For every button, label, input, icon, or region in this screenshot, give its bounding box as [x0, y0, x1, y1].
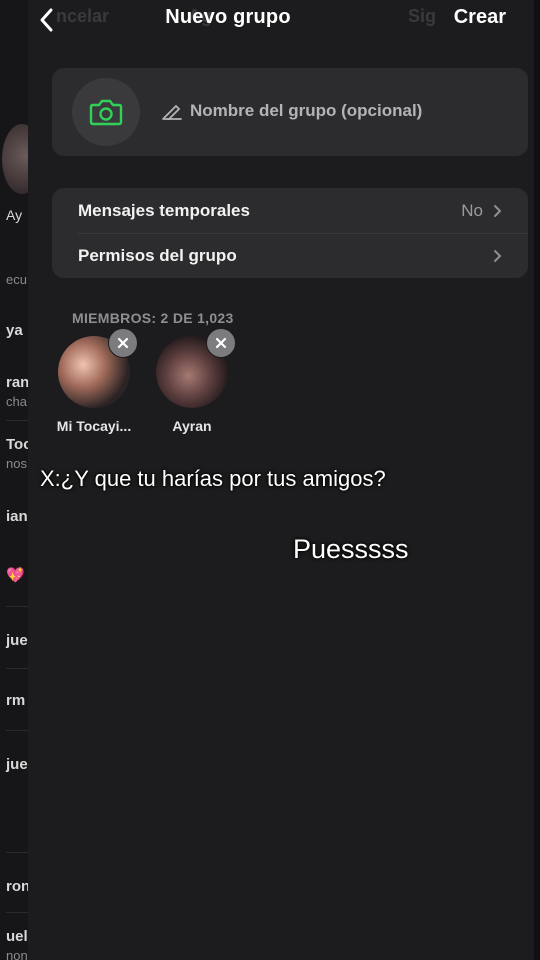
ghost-next-label: Sig [408, 6, 437, 26]
close-icon [215, 337, 227, 349]
background-fragment: nos [6, 456, 27, 471]
background-avatar [2, 124, 30, 194]
camera-icon [89, 99, 123, 126]
caption-question: X:¿Y que tu harías por tus amigos? [40, 466, 386, 491]
background-fragment: ran [6, 374, 30, 391]
page-title: Nuevo grupo [165, 6, 291, 28]
chevron-left-icon [40, 8, 53, 32]
avatar [156, 328, 236, 408]
disappearing-messages-row[interactable]: Mensajes temporales No [78, 188, 502, 233]
pencil-icon [162, 104, 182, 120]
remove-member-button[interactable] [108, 328, 138, 358]
members-count-header: MIEMBROS: 2 DE 1,023 [72, 310, 234, 326]
member-name: Mi Tocayi... [56, 418, 132, 434]
chevron-right-icon [494, 204, 501, 217]
background-fragment: jue [6, 632, 28, 649]
background-fragment: non [6, 948, 28, 960]
chevron-right-icon [494, 249, 501, 262]
group-settings-card: Mensajes temporales No Permisos del grup… [52, 188, 528, 278]
group-name-placeholder: Nombre del grupo (opcional) [190, 101, 423, 120]
background-fragment: cha [6, 394, 27, 409]
background-fragment: rm [6, 692, 26, 709]
background-fragment: ian [6, 508, 28, 525]
caption-answer: Puesssss [293, 534, 409, 564]
background-fragment: jue [6, 756, 28, 773]
group-photo-button[interactable] [72, 78, 140, 146]
member-name: Ayran [172, 418, 212, 434]
group-name-input[interactable]: Nombre del grupo (opcional) [162, 101, 422, 121]
member-item[interactable]: Mi Tocayi... [44, 328, 144, 434]
background-fragment: Toc [6, 436, 30, 453]
background-fragment: uel [6, 928, 28, 945]
background-fragment: ya [6, 322, 23, 339]
background-chat-list: Ay ecu ya ran cha Toc nos ian 💖 jue rm j… [0, 0, 30, 960]
create-button[interactable]: Crear [454, 6, 506, 29]
background-avatar-label: Ay [6, 207, 23, 223]
back-button[interactable] [32, 6, 62, 34]
close-icon [117, 337, 129, 349]
group-permissions-label: Permisos del grupo [78, 245, 237, 265]
member-item[interactable]: Ayran [142, 328, 242, 434]
group-permissions-row[interactable]: Permisos del grupo [78, 233, 502, 278]
heart-emoji: 💖 [6, 567, 25, 584]
disappearing-messages-label: Mensajes temporales [78, 200, 250, 220]
disappearing-messages-value: No [461, 200, 483, 220]
remove-member-button[interactable] [206, 328, 236, 358]
group-name-card: Nombre del grupo (opcional) [52, 68, 528, 156]
avatar [58, 328, 138, 408]
background-fragment: ecu [6, 272, 27, 287]
background-fragment: ron [6, 878, 30, 895]
